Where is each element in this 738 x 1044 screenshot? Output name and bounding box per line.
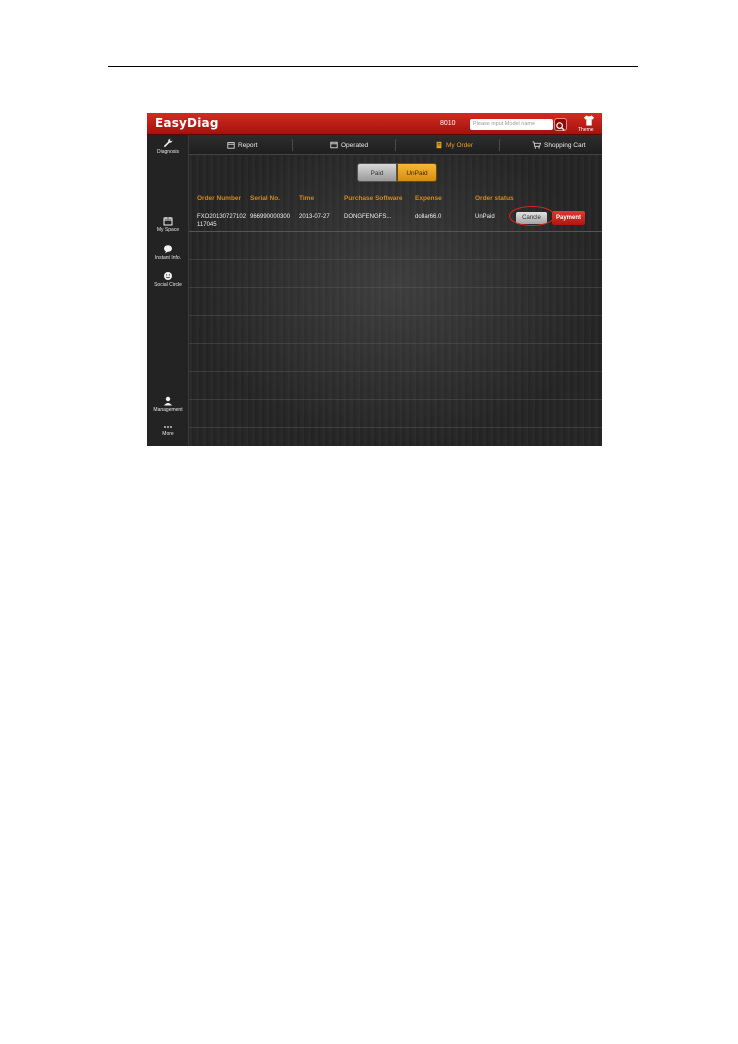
search-input[interactable]: Please input Model name bbox=[470, 119, 553, 130]
tab-label: My Order bbox=[446, 142, 474, 149]
wood-plank-line bbox=[189, 371, 602, 372]
column-header-order-number: Order Number bbox=[197, 195, 242, 202]
wrench-icon bbox=[163, 138, 173, 148]
tshirt-icon[interactable] bbox=[583, 115, 595, 126]
calendar-icon bbox=[163, 217, 173, 226]
sidebar-item-label: More bbox=[162, 431, 174, 437]
sidebar-item-label: My Space bbox=[156, 227, 180, 233]
sidebar-item-diagnosis[interactable]: Diagnosis bbox=[147, 138, 189, 155]
cell-time: 2013-07-27 bbox=[299, 214, 330, 220]
sidebar: Diagnosis My Space Instant Info. Social … bbox=[147, 135, 189, 446]
order-number-line1: FXO20130727102 bbox=[197, 214, 247, 220]
sidebar-item-management[interactable]: Management bbox=[147, 396, 189, 413]
row-divider bbox=[189, 231, 602, 232]
cell-order-status: UnPaid bbox=[475, 214, 495, 220]
segment-unpaid[interactable]: UnPaid bbox=[397, 163, 437, 182]
wood-plank-line bbox=[189, 315, 602, 316]
tab-bar: Report Operated My Order Shopping Cart bbox=[189, 135, 602, 155]
search-button[interactable] bbox=[554, 118, 567, 131]
sidebar-item-social-circle[interactable]: Social Circle bbox=[147, 271, 189, 288]
wood-plank-line bbox=[189, 259, 602, 260]
calendar-icon bbox=[227, 142, 235, 149]
tab-report[interactable]: Report bbox=[227, 135, 258, 155]
segment-paid[interactable]: Paid bbox=[357, 163, 397, 182]
tab-label: Operated bbox=[341, 142, 369, 149]
wood-plank-line bbox=[189, 287, 602, 288]
cell-serial-no: 966990000300 bbox=[250, 214, 291, 220]
cell-purchase-software: DONGFENGFS... bbox=[344, 214, 392, 220]
smiley-icon bbox=[164, 272, 172, 280]
column-header-order-status: Order status bbox=[475, 195, 514, 202]
cart-icon bbox=[532, 141, 541, 149]
sidebar-item-label: Management bbox=[153, 407, 183, 413]
column-header-serial-no: Serial No. bbox=[250, 195, 280, 202]
tab-label: Report bbox=[238, 142, 258, 149]
sidebar-item-more[interactable]: More bbox=[147, 424, 189, 437]
tab-label: Shopping Cart bbox=[544, 142, 586, 149]
cell-expense: dollar66.0 bbox=[415, 214, 442, 220]
order-content: Paid UnPaid Order Number Serial No. Time… bbox=[189, 155, 602, 446]
tab-operated[interactable]: Operated bbox=[330, 135, 368, 155]
sidebar-item-my-space[interactable]: My Space bbox=[147, 216, 189, 233]
more-dots-icon bbox=[164, 426, 172, 428]
tab-shopping-cart[interactable]: Shopping Cart bbox=[532, 135, 586, 155]
tab-divider bbox=[395, 139, 396, 151]
search-icon bbox=[556, 122, 565, 131]
tab-my-order[interactable]: My Order bbox=[435, 135, 473, 155]
sidebar-item-label: Instant Info. bbox=[154, 255, 182, 261]
chat-bubble-icon bbox=[164, 245, 172, 254]
highlight-circle-annotation bbox=[509, 206, 555, 226]
column-header-purchase-software: Purchase Software bbox=[344, 195, 403, 202]
cell-order-number: FXO20130727102 117045 bbox=[197, 213, 246, 229]
wood-plank-line bbox=[189, 399, 602, 400]
app-window: EasyDiag 8010 Please input Model name Th… bbox=[147, 113, 602, 446]
sidebar-item-instant-info[interactable]: Instant Info. bbox=[147, 244, 189, 261]
sidebar-item-label: Diagnosis bbox=[157, 149, 179, 155]
window-icon bbox=[330, 141, 338, 149]
model-code: 8010 bbox=[440, 120, 456, 127]
theme-label: Theme bbox=[578, 127, 594, 133]
user-icon bbox=[164, 396, 172, 406]
column-header-time: Time bbox=[299, 195, 315, 202]
page-header-rule bbox=[108, 66, 638, 67]
tab-divider bbox=[292, 139, 293, 151]
wood-plank-line bbox=[189, 427, 602, 428]
wood-plank-line bbox=[189, 343, 602, 344]
tab-divider bbox=[499, 139, 500, 151]
top-bar: EasyDiag 8010 Please input Model name Th… bbox=[147, 113, 602, 135]
sidebar-item-label: Social Circle bbox=[154, 282, 182, 288]
order-number-line2: 117045 bbox=[197, 222, 217, 228]
order-icon bbox=[436, 141, 442, 149]
app-logo: EasyDiag bbox=[155, 116, 219, 130]
payment-button[interactable]: Payment bbox=[552, 211, 585, 225]
column-header-expense: Expense bbox=[415, 195, 442, 202]
